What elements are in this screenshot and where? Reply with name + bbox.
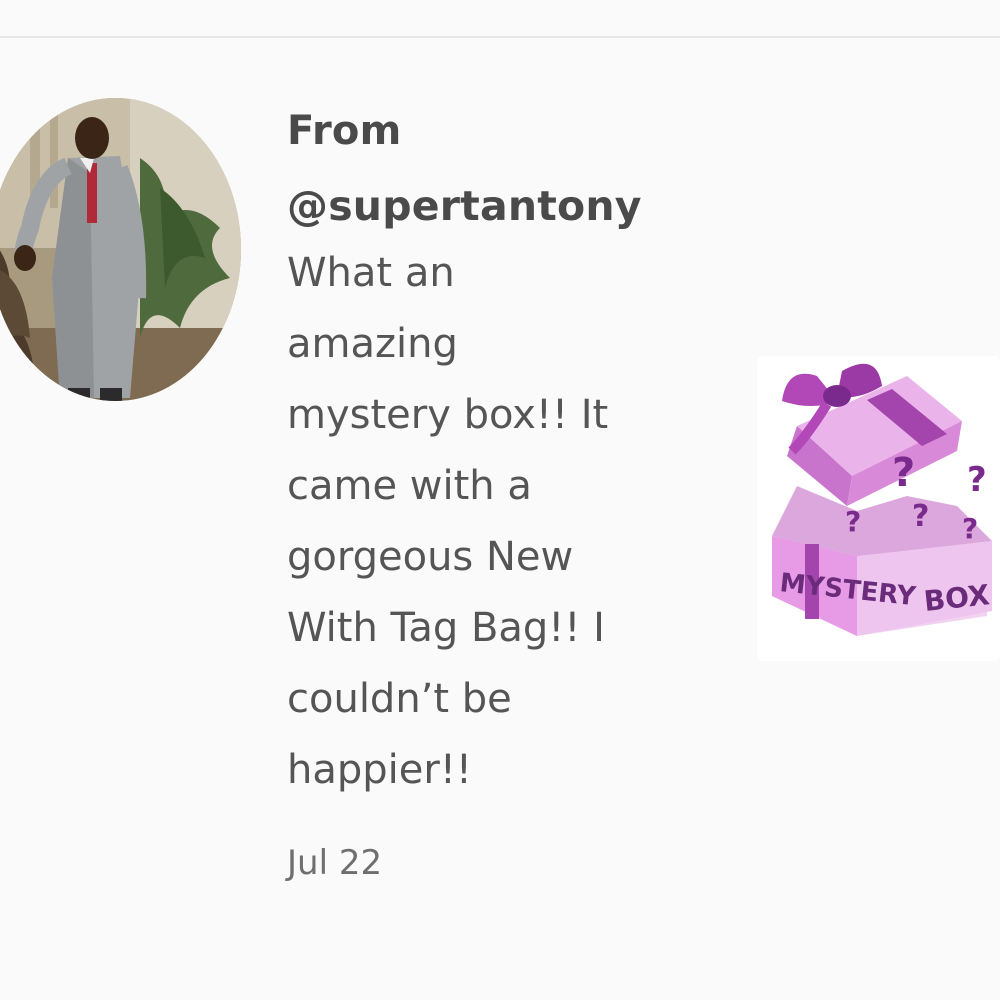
message-line: couldn’t be [287, 676, 512, 722]
message-line: gorgeous New [287, 534, 574, 580]
comment: From @supertantony What an amazing myste… [287, 104, 707, 886]
avatar[interactable] [0, 98, 241, 401]
svg-text:?: ? [967, 460, 987, 500]
svg-text:?: ? [892, 450, 915, 496]
message-line: happier!! [287, 747, 472, 793]
message-line: came with a [287, 463, 532, 509]
from-label: From [287, 108, 402, 154]
svg-text:?: ? [912, 499, 929, 534]
box-word: BOX [922, 578, 991, 618]
username-link[interactable]: @supertantony [287, 178, 707, 234]
comment-message: What an amazing mystery box!! It came wi… [287, 238, 707, 806]
mystery-box-illustration: ? ? ? ? ? MYSTERY BOX [757, 356, 1000, 661]
message-line: What an [287, 250, 455, 296]
mystery-box-image[interactable]: ? ? ? ? ? MYSTERY BOX [757, 356, 1000, 661]
svg-text:?: ? [845, 505, 861, 538]
top-divider [0, 36, 1000, 38]
avatar-photo [0, 98, 241, 401]
message-line: With Tag Bag!! I [287, 605, 605, 651]
svg-text:?: ? [962, 512, 978, 545]
comment-date: Jul 22 [287, 843, 383, 883]
message-line: amazing [287, 321, 458, 367]
message-line: mystery box!! It [287, 392, 609, 438]
